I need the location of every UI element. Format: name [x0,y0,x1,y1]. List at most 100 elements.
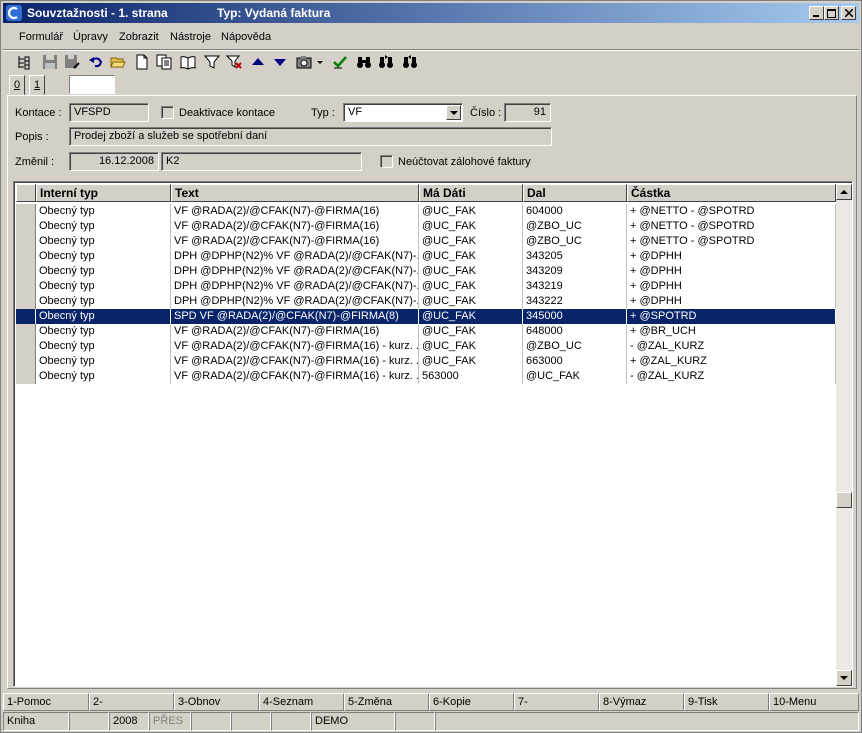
cell-castka[interactable]: + @NETTO - @SPOTRD [627,234,836,249]
cell-interni-typ[interactable]: Obecný typ [36,264,171,279]
deaktivace-checkbox[interactable] [161,106,174,119]
cell-dal[interactable]: 343222 [523,294,627,309]
cell-interni-typ[interactable]: Obecný typ [36,369,171,384]
cell-ma-dati[interactable]: @UC_FAK [419,279,523,294]
cell-text[interactable]: DPH @DPHP(N2)% VF @RADA(2)/@CFAK(N7)-... [171,264,419,279]
cell-dal[interactable]: @ZBO_UC [523,339,627,354]
save-as-button[interactable] [63,53,81,71]
cell-text[interactable]: VF @RADA(2)/@CFAK(N7)-@FIRMA(16) [171,204,419,219]
table-row[interactable]: Obecný typ VF @RADA(2)/@CFAK(N7)-@FIRMA(1… [16,339,836,354]
row-header[interactable] [16,309,36,324]
table-row[interactable]: Obecný typ VF @RADA(2)/@CFAK(N7)-@FIRMA(1… [16,324,836,339]
cell-dal[interactable]: 343219 [523,279,627,294]
cell-interni-typ[interactable]: Obecný typ [36,354,171,369]
search-button[interactable] [355,53,373,71]
table-row[interactable]: Obecný typ VF @RADA(2)/@CFAK(N7)-@FIRMA(1… [16,234,836,249]
camera-button[interactable] [295,53,313,71]
page-number-input[interactable] [69,75,115,94]
fkey-2[interactable]: 2- [89,693,174,711]
cell-dal[interactable]: @ZBO_UC [523,219,627,234]
row-header[interactable] [16,354,36,369]
cell-text[interactable]: VF @RADA(2)/@CFAK(N7)-@FIRMA(16) - kurz.… [171,339,419,354]
scroll-down-button[interactable] [836,670,852,686]
cell-ma-dati[interactable]: @UC_FAK [419,324,523,339]
typ-select[interactable]: VF [343,103,463,122]
cell-castka[interactable]: - @ZAL_KURZ [627,369,836,384]
cell-text[interactable]: VF @RADA(2)/@CFAK(N7)-@FIRMA(16) [171,234,419,249]
popis-field[interactable]: Prodej zboží a služeb se spotřební daní [69,127,552,146]
cell-dal[interactable]: @ZBO_UC [523,234,627,249]
search-prev-button[interactable] [401,53,419,71]
fkey-7[interactable]: 7- [514,693,599,711]
cell-dal[interactable]: 343209 [523,264,627,279]
fkey-8[interactable]: 8-Výmaz [599,693,684,711]
fkey-6[interactable]: 6-Kopie [429,693,514,711]
cell-interni-typ[interactable]: Obecný typ [36,324,171,339]
table-row[interactable]: Obecný typ VF @RADA(2)/@CFAK(N7)-@FIRMA(1… [16,204,836,219]
cell-interni-typ[interactable]: Obecný typ [36,279,171,294]
cell-castka[interactable]: - @ZAL_KURZ [627,339,836,354]
scroll-up-button[interactable] [836,184,852,200]
cell-text[interactable]: DPH @DPHP(N2)% VF @RADA(2)/@CFAK(N7)-... [171,294,419,309]
scroll-thumb[interactable] [836,492,852,508]
cell-interni-typ[interactable]: Obecný typ [36,309,171,324]
cell-dal[interactable]: 345000 [523,309,627,324]
cell-castka[interactable]: + @DPHH [627,249,836,264]
cell-dal[interactable]: 648000 [523,324,627,339]
cell-ma-dati[interactable]: @UC_FAK [419,339,523,354]
book-button[interactable] [179,53,197,71]
undo-button[interactable] [87,53,105,71]
maximize-button[interactable] [824,6,839,20]
search-next-button[interactable] [377,53,395,71]
filter-remove-button[interactable] [225,53,243,71]
row-header[interactable] [16,339,36,354]
cell-castka[interactable]: + @BR_UCH [627,324,836,339]
cell-interni-typ[interactable]: Obecný typ [36,294,171,309]
cell-text[interactable]: VF @RADA(2)/@CFAK(N7)-@FIRMA(16) - kurz.… [171,354,419,369]
menu-napoveda[interactable]: Nápověda [221,31,271,43]
table-row[interactable]: Obecný typ DPH @DPHP(N2)% VF @RADA(2)/@CF… [16,249,836,264]
table-row[interactable]: Obecný typ SPD VF @RADA(2)/@CFAK(N7)-@FIR… [16,309,836,324]
cell-interni-typ[interactable]: Obecný typ [36,249,171,264]
cell-dal[interactable]: 604000 [523,204,627,219]
table-row[interactable]: Obecný typ VF @RADA(2)/@CFAK(N7)-@FIRMA(1… [16,354,836,369]
cell-text[interactable]: VF @RADA(2)/@CFAK(N7)-@FIRMA(16) [171,219,419,234]
cell-castka[interactable]: + @DPHH [627,279,836,294]
cell-dal[interactable]: 343205 [523,249,627,264]
cell-dal[interactable]: @UC_FAK [523,369,627,384]
fkey-10[interactable]: 10-Menu [769,693,859,711]
table-row[interactable]: Obecný typ VF @RADA(2)/@CFAK(N7)-@FIRMA(1… [16,369,836,384]
column-text[interactable]: Text [171,184,419,202]
row-header[interactable] [16,264,36,279]
filter-button[interactable] [203,53,221,71]
cell-interni-typ[interactable]: Obecný typ [36,204,171,219]
vertical-scrollbar[interactable] [836,184,852,686]
cell-castka[interactable]: + @DPHH [627,294,836,309]
cell-interni-typ[interactable]: Obecný typ [36,219,171,234]
cell-interni-typ[interactable]: Obecný typ [36,339,171,354]
table-row[interactable]: Obecný typ DPH @DPHP(N2)% VF @RADA(2)/@CF… [16,279,836,294]
row-header[interactable] [16,219,36,234]
cell-ma-dati[interactable]: @UC_FAK [419,354,523,369]
cell-text[interactable]: VF @RADA(2)/@CFAK(N7)-@FIRMA(16) [171,324,419,339]
cell-ma-dati[interactable]: @UC_FAK [419,264,523,279]
cell-ma-dati[interactable]: @UC_FAK [419,309,523,324]
row-header[interactable] [16,279,36,294]
cell-castka[interactable]: + @SPOTRD [627,309,836,324]
row-header[interactable] [16,204,36,219]
menu-nastroje[interactable]: Nástroje [170,31,211,43]
column-dal[interactable]: Dal [523,184,627,202]
tab-1[interactable]: 1 [29,75,46,95]
tree-button[interactable] [15,53,33,71]
row-header[interactable] [16,324,36,339]
fkey-3[interactable]: 3-Obnov [174,693,259,711]
cell-text[interactable]: VF @RADA(2)/@CFAK(N7)-@FIRMA(16) - kurz.… [171,369,419,384]
cell-ma-dati[interactable]: 563000 [419,369,523,384]
kontace-field[interactable]: VFSPD [69,103,149,122]
table-row[interactable]: Obecný typ VF @RADA(2)/@CFAK(N7)-@FIRMA(1… [16,219,836,234]
menu-upravy[interactable]: Úpravy [73,31,108,43]
save-button[interactable] [41,53,59,71]
column-ma-dati[interactable]: Má Dáti [419,184,523,202]
move-down-button[interactable] [271,53,289,71]
table-row[interactable]: Obecný typ DPH @DPHP(N2)% VF @RADA(2)/@CF… [16,294,836,309]
